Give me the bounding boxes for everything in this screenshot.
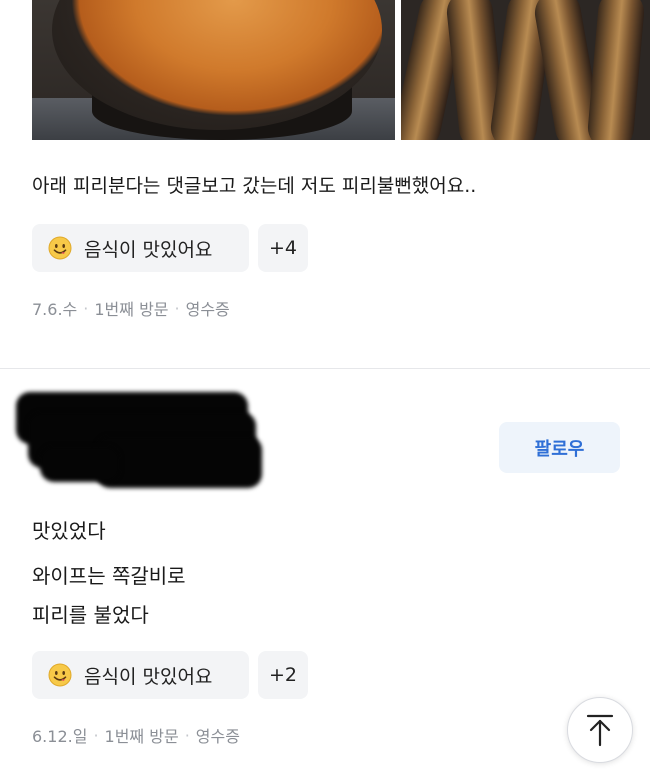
review-photos — [32, 0, 650, 140]
receipt-badge: 영수증 — [195, 727, 240, 746]
review-line: 와이프는 쪽갈비로 — [32, 564, 186, 588]
review-tags: 음식이 맛있어요 +4 — [32, 224, 308, 272]
visit-date: 6.12.일 — [32, 727, 88, 746]
visit-count: 1번째 방문 — [94, 300, 169, 319]
tag-label: 음식이 맛있어요 — [84, 665, 213, 688]
review-line: 피리를 불었다 — [32, 603, 149, 627]
redaction-block — [96, 436, 262, 488]
meta-separator: · — [184, 725, 190, 745]
review-line: 맛있었다 — [32, 519, 106, 543]
tag-food-tasty[interactable]: 음식이 맛있어요 — [32, 224, 249, 272]
tag-more-count[interactable]: +4 — [258, 224, 308, 272]
review-meta: 7.6.수 · 1번째 방문 · 영수증 — [32, 296, 230, 320]
receipt-badge: 영수증 — [185, 300, 230, 319]
review-photo-ribs[interactable] — [401, 0, 650, 140]
meta-separator: · — [83, 298, 89, 318]
review-meta: 6.12.일 · 1번째 방문 · 영수증 — [32, 723, 240, 747]
visit-date: 7.6.수 — [32, 300, 78, 319]
photo-rib — [586, 0, 646, 140]
tag-food-tasty[interactable]: 음식이 맛있어요 — [32, 651, 249, 699]
arrow-up-to-top-icon — [586, 714, 614, 747]
smiling-face-icon — [48, 663, 72, 687]
visit-count: 1번째 방문 — [104, 727, 179, 746]
review-divider — [0, 368, 650, 369]
meta-separator: · — [93, 725, 99, 745]
redaction-block — [40, 446, 120, 482]
tag-more-count[interactable]: +2 — [258, 651, 308, 699]
meta-separator: · — [174, 298, 180, 318]
review-photo-stew[interactable] — [32, 0, 395, 140]
scroll-to-top-button[interactable] — [567, 697, 633, 763]
follow-button[interactable]: 팔로우 — [499, 422, 620, 473]
review-text: 아래 피리분다는 댓글보고 갔는데 저도 피리불뻔했어요.. — [32, 175, 477, 197]
review-tags: 음식이 맛있어요 +2 — [32, 651, 308, 699]
tag-label: 음식이 맛있어요 — [84, 238, 213, 261]
smiling-face-icon — [48, 236, 72, 260]
